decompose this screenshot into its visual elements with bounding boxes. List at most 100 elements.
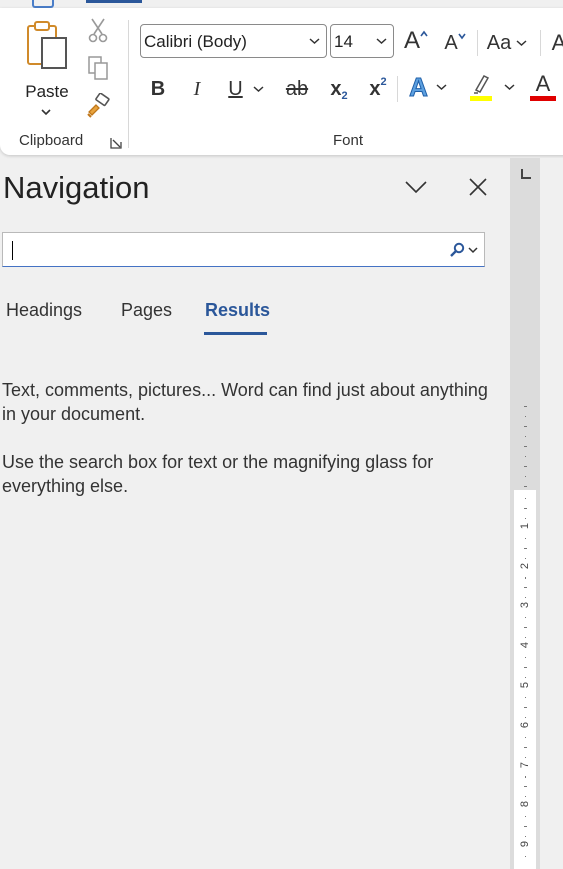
- copy-icon: [88, 56, 108, 80]
- underline-label: U: [228, 77, 243, 100]
- ruler-tick: [525, 416, 526, 417]
- font-name-dropdown[interactable]: Calibri (Body): [140, 24, 327, 58]
- ruler-tick: [524, 466, 527, 467]
- font-color-button[interactable]: A: [528, 72, 558, 102]
- superscript-button[interactable]: x2: [364, 74, 392, 104]
- ruler-tick: [524, 706, 527, 708]
- chevron-down-icon: [309, 38, 320, 45]
- ruler-tick: [525, 696, 526, 698]
- caret-up-icon: [420, 30, 428, 37]
- ruler-tick: [525, 677, 526, 678]
- pane-options-button[interactable]: [401, 172, 431, 202]
- clipboard-group-label: Clipboard: [19, 132, 84, 149]
- chevron-down-icon: [467, 246, 478, 253]
- tab-results[interactable]: Results: [205, 300, 270, 321]
- search-hint-message: Use the search box for text or the magni…: [2, 452, 434, 496]
- chevron-down-icon: [376, 38, 387, 45]
- clear-formatting-button[interactable]: A: [549, 28, 563, 58]
- close-icon: [469, 178, 487, 196]
- ruler-tick: [524, 746, 527, 748]
- ruler-tick: [525, 597, 526, 599]
- highlighter-icon: [469, 75, 492, 101]
- shrink-font-label: A: [444, 31, 458, 54]
- ruler-tick: [525, 476, 526, 477]
- format-painter-button[interactable]: [84, 92, 112, 120]
- subscript-button[interactable]: x2: [325, 74, 353, 104]
- ruler-tick: [525, 736, 526, 738]
- font-separator: [397, 76, 398, 102]
- grow-font-label: A: [403, 27, 420, 54]
- ruler-tick: [525, 816, 526, 818]
- ruler-number: 2: [519, 562, 531, 569]
- ruler-tick: [524, 826, 527, 828]
- paste-button[interactable]: Paste: [18, 20, 76, 120]
- chevron-down-icon: [405, 181, 427, 193]
- tab-pages[interactable]: Pages: [121, 300, 172, 321]
- ruler-tick: [524, 507, 527, 509]
- copy-button[interactable]: [84, 54, 112, 82]
- ruler-tick: [525, 776, 526, 778]
- chevron-down-icon: [253, 86, 264, 93]
- superscript-label: x: [369, 77, 381, 100]
- font-size-value: 14: [334, 32, 353, 51]
- ruler-tick: [525, 716, 526, 718]
- ruler-tick: [524, 587, 527, 589]
- ruler-number: 9: [519, 841, 531, 848]
- text-effects-button[interactable]: A: [403, 71, 453, 102]
- close-pane-button[interactable]: [463, 172, 493, 202]
- ruler-number: 8: [519, 801, 531, 808]
- vertical-ruler[interactable]: 1 2 3 4 5 6 7 8 9: [510, 158, 540, 869]
- font-group-label: Font: [333, 132, 364, 149]
- ruler-tick: [525, 456, 526, 457]
- chevron-down-icon: [504, 84, 514, 91]
- chevron-down-icon[interactable]: [40, 108, 52, 116]
- tab-selector-icon[interactable]: [521, 169, 531, 179]
- grow-font-button[interactable]: A: [400, 26, 432, 56]
- tab-headings[interactable]: Headings: [6, 300, 82, 321]
- title-strip: [0, 0, 563, 8]
- ruler-tick: [525, 537, 526, 539]
- search-options-button[interactable]: [445, 237, 481, 263]
- superscript-mark: 2: [380, 76, 387, 88]
- italic-button[interactable]: I: [184, 74, 210, 104]
- results-message: Text, comments, pictures... Word can fin…: [2, 380, 488, 424]
- font-separator: [477, 30, 478, 56]
- cut-button[interactable]: [84, 16, 112, 44]
- ruler-number: 1: [519, 522, 531, 529]
- ribbon: Paste Clipboard Calibri (Body) 14 A A Aa…: [0, 8, 563, 155]
- ruler-tick: [525, 756, 526, 758]
- clear-formatting-icon: A: [551, 30, 563, 55]
- italic-label: I: [193, 77, 201, 100]
- subscript-label: x: [330, 77, 342, 100]
- ruler-tick: [524, 426, 527, 427]
- ruler-tick: [525, 517, 526, 519]
- highlight-color-button[interactable]: [466, 72, 516, 102]
- change-case-label: Aa: [486, 31, 512, 54]
- caret-down-icon: [458, 33, 466, 40]
- ruler-tick: [525, 617, 526, 619]
- chevron-down-icon: [516, 40, 527, 47]
- font-separator: [540, 30, 541, 56]
- navigation-title: Navigation: [3, 170, 150, 205]
- ruler-tick: [524, 786, 527, 788]
- ruler-tick: [524, 406, 527, 407]
- dialog-launcher-icon[interactable]: [110, 137, 122, 149]
- ruler-number: 5: [519, 681, 531, 689]
- shrink-font-button[interactable]: A: [440, 28, 470, 58]
- scissors-icon: [88, 18, 108, 43]
- font-size-dropdown[interactable]: 14: [330, 24, 394, 58]
- paintbrush-icon: [87, 93, 110, 118]
- bold-button[interactable]: B: [145, 74, 171, 104]
- search-input[interactable]: [2, 232, 485, 267]
- ruler-tick: [525, 436, 526, 437]
- change-case-button[interactable]: Aa: [483, 28, 531, 58]
- paste-label: Paste: [25, 82, 69, 101]
- font-color-label: A: [535, 71, 551, 96]
- ruler-number: 7: [519, 761, 531, 768]
- text-cursor: [12, 241, 13, 260]
- strikethrough-button[interactable]: ab: [282, 74, 312, 104]
- underline-button[interactable]: U: [222, 74, 270, 104]
- bold-label: B: [150, 77, 166, 100]
- active-tab-indicator: [204, 332, 267, 335]
- strikethrough-label: ab: [285, 77, 309, 100]
